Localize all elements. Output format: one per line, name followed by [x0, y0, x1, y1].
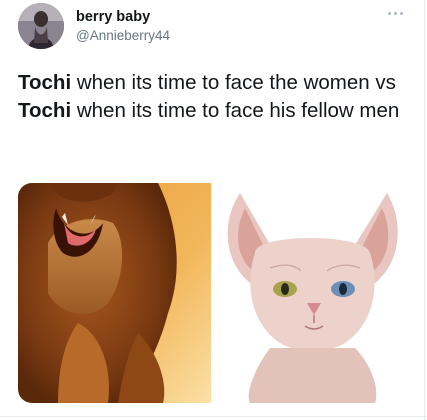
- bottom-divider: [0, 416, 427, 417]
- avatar[interactable]: [18, 3, 64, 49]
- sphynx-cat-image[interactable]: [215, 183, 404, 403]
- right-divider: [424, 0, 425, 420]
- tweet-text-bold-2: Tochi: [18, 99, 72, 122]
- tweet-text-part-4: when its time to face his fellow men: [71, 99, 400, 122]
- tweet-text-bold-1: Tochi: [18, 71, 72, 94]
- tweet-text-part-2: when its time to face the women vs: [71, 71, 396, 94]
- roaring-lion-image[interactable]: [18, 183, 211, 403]
- more-options-icon[interactable]: [383, 5, 407, 21]
- tweet-text: Tochi when its time to face the women vs…: [18, 69, 413, 125]
- tweet-card: berry baby @Annieberry44 Tochi when its …: [0, 0, 427, 420]
- user-handle[interactable]: @Annieberry44: [76, 28, 170, 43]
- tweet-media[interactable]: [18, 183, 404, 403]
- display-name[interactable]: berry baby: [76, 9, 150, 25]
